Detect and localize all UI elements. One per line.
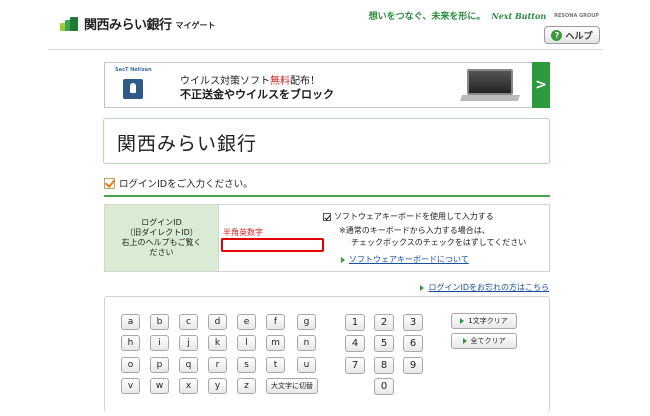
check-icon [104, 177, 115, 189]
login-form: ログインID （旧ダイレクトID） 右上のヘルプもご覧く ださい 半角英数字 ソ… [104, 204, 550, 272]
key[interactable]: 5 [374, 335, 394, 352]
key[interactable]: 6 [403, 335, 423, 352]
software-keyboard-label: ソフトウェアキーボードを使用して入力する [334, 212, 494, 221]
key[interactable]: d [208, 314, 227, 330]
login-id-field[interactable] [221, 238, 324, 258]
software-keyboard-link-text: ソフトウェアキーボードについて [349, 255, 469, 264]
clear-all-button[interactable]: 全てクリア [451, 333, 517, 349]
key[interactable]: g [297, 314, 316, 330]
key[interactable]: k [208, 335, 227, 351]
banner-vendor-logo: SecT Netizen [115, 67, 152, 73]
key[interactable]: v [121, 378, 140, 394]
divider [104, 195, 550, 197]
case-toggle-button[interactable]: 大文字に切替 [266, 378, 318, 394]
banner-arrow-icon[interactable]: > [532, 62, 550, 108]
login-id-label-line: 右上のヘルプもご覧く [121, 238, 202, 247]
help-label: ヘルプ [565, 31, 593, 42]
hankaku-hint: 半角英数字 [223, 228, 263, 237]
key[interactable]: c [179, 314, 198, 330]
key[interactable]: 7 [345, 357, 365, 374]
key[interactable]: a [121, 314, 140, 330]
laptop-image [459, 69, 521, 103]
bank-name: 関西みらい銀行 [84, 18, 172, 33]
forgot-id-link-text: ログインIDをお忘れの方はこちら [428, 283, 549, 292]
key[interactable]: y [208, 378, 227, 394]
group-name: RESONA GROUP [554, 12, 599, 19]
header: 関西みらい銀行 マイゲート 想いをつなぐ、未来を形に。 Next Button … [48, 0, 603, 50]
security-software-banner[interactable]: SecT Netizen ウイルス対策ソフト無料配布！ 不正送金やウイルスをブロ… [104, 62, 550, 108]
login-id-label-line: ださい [149, 248, 174, 257]
page-title: 関西みらい銀行 [117, 133, 258, 155]
instruction-text: ログインIDをご入力ください。 [119, 179, 253, 190]
instruction: ログインIDをご入力ください。 [104, 176, 253, 190]
help-icon: ? [551, 29, 563, 41]
service-name: マイゲート [175, 20, 216, 30]
key[interactable]: b [150, 314, 169, 330]
slogan-text: 想いをつなぐ、未来を形に。 [368, 12, 486, 22]
lock-icon [123, 79, 143, 99]
key[interactable]: h [121, 335, 140, 351]
key[interactable]: q [179, 357, 198, 373]
key[interactable]: 9 [403, 357, 423, 374]
key[interactable]: r [208, 357, 227, 373]
key[interactable]: 8 [374, 357, 394, 374]
login-id-label-line: ログインID [141, 218, 182, 227]
clear-one-label: 1文字クリア [468, 317, 508, 325]
software-keyboard-toggle[interactable]: ソフトウェアキーボードを使用して入力する [323, 211, 494, 222]
key[interactable]: z [237, 378, 256, 394]
login-id-label-line: （旧ダイレクトID） [125, 228, 198, 237]
login-id-label: ログインID （旧ダイレクトID） 右上のヘルプもご覧く ださい [105, 205, 219, 271]
keyboard-note: チェックボックスのチェックをはずしてください [351, 238, 527, 247]
slogan: 想いをつなぐ、未来を形に。 Next Button RESONA GROUP [368, 9, 599, 23]
software-keyboard: a b c d e f g h i j k l m n o p q r s t … [104, 296, 550, 412]
software-keyboard-link[interactable]: ソフトウェアキーボードについて [341, 254, 469, 265]
key[interactable]: p [150, 357, 169, 373]
key[interactable]: l [237, 335, 256, 351]
triangle-icon [420, 284, 425, 291]
key[interactable]: n [297, 335, 316, 351]
key[interactable]: j [179, 335, 198, 351]
key[interactable]: u [297, 357, 316, 373]
software-keyboard-checkbox[interactable] [323, 212, 331, 221]
page-title-box: 関西みらい銀行 [103, 118, 550, 164]
key[interactable]: s [237, 357, 256, 373]
key[interactable]: e [237, 314, 256, 330]
bank-logo[interactable]: 関西みらい銀行 マイゲート [60, 14, 216, 33]
key[interactable]: o [121, 357, 140, 373]
key[interactable]: 3 [403, 314, 423, 331]
key[interactable]: f [266, 314, 285, 330]
group-logo: Next Button [491, 10, 547, 21]
key[interactable]: 4 [345, 335, 365, 352]
key[interactable]: t [266, 357, 285, 373]
key[interactable]: 1 [345, 314, 365, 331]
login-id-input[interactable] [223, 247, 322, 258]
triangle-icon [341, 256, 345, 263]
key[interactable]: w [150, 378, 169, 394]
clear-all-label: 全てクリア [470, 337, 506, 345]
key[interactable]: 2 [374, 314, 394, 331]
keyboard-note: ※通常のキーボードから入力する場合は、 [339, 226, 490, 235]
bank-logo-icon [60, 16, 80, 31]
banner-subline: 不正送金やウイルスをブロック [180, 88, 334, 101]
triangle-icon [460, 318, 465, 324]
triangle-icon [462, 338, 467, 344]
banner-headline: ウイルス対策ソフト無料配布！ [180, 72, 320, 87]
help-button[interactable]: ? ヘルプ [544, 26, 600, 44]
key[interactable]: x [179, 378, 198, 394]
key[interactable]: m [266, 335, 285, 351]
key[interactable]: 0 [374, 378, 394, 395]
forgot-id-link[interactable]: ログインIDをお忘れの方はこちら [420, 282, 549, 293]
key[interactable]: i [150, 335, 169, 351]
clear-one-button[interactable]: 1文字クリア [451, 313, 517, 329]
